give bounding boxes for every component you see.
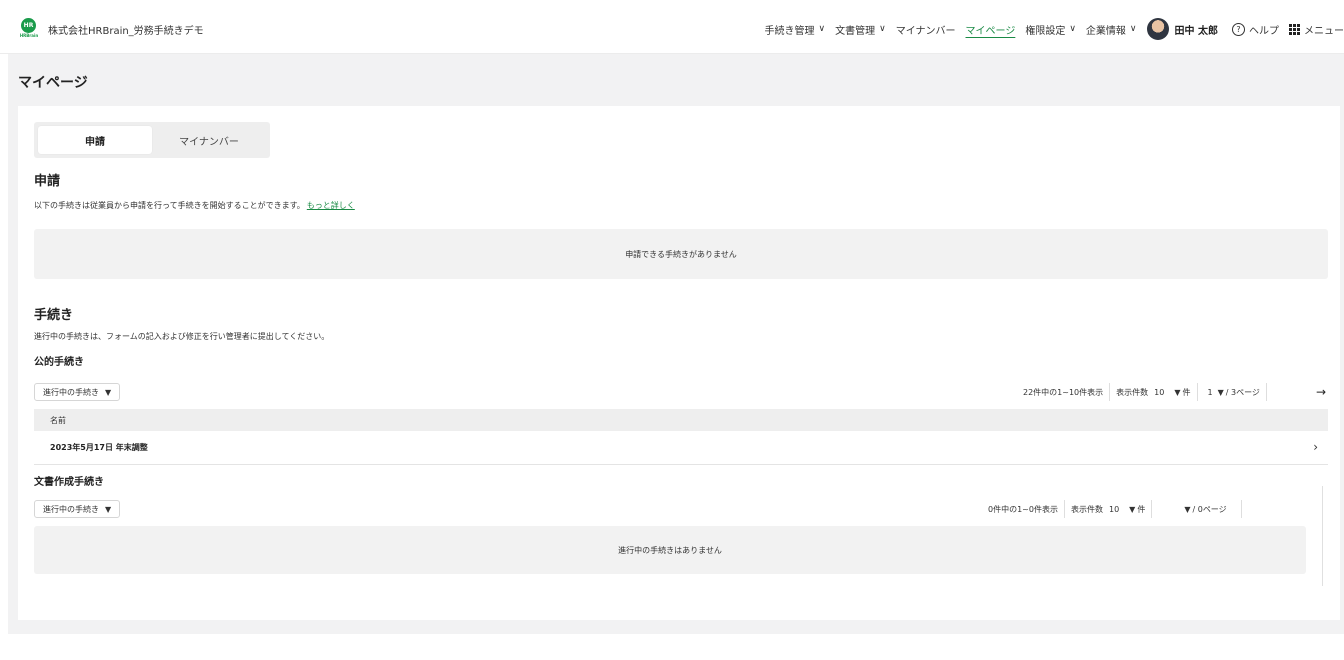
empty-message: 進行中の手続きはありません [618,545,722,555]
grid-icon [1289,23,1300,35]
user-avatar[interactable] [1146,18,1169,40]
nav-procedure-management[interactable]: 手続き管理 ∨ [765,22,826,37]
table-header: 名前 [34,409,1328,431]
result-count: 0件中の1~0件表示 [988,504,1058,514]
hrbrain-logo: HR HRBrain [16,18,42,40]
divider [1240,500,1242,518]
nav-label: 権限設定 [1025,25,1066,37]
chevron-down-icon: ∨ [1129,24,1137,34]
help-link[interactable]: ? ヘルプ [1232,22,1279,37]
caret-down-icon[interactable]: ▼ [1174,388,1180,397]
per-page-label: 表示件数 [1116,387,1149,397]
procedures-description: 進行中の手続きは、フォームの記入および修正を行い管理者に提出してください。 [34,332,330,341]
document-procedures-heading: 文書作成手続き [34,477,104,488]
nav-my-page[interactable]: マイページ [966,22,1016,37]
logo-mark: HR [21,18,36,33]
next-page-arrow-icon[interactable]: → [1316,385,1326,399]
nav-label: 企業情報 [1085,25,1126,37]
user-name[interactable]: 田中 太郎 [1175,22,1218,37]
page-select[interactable]: 1 [1208,388,1213,397]
caret-down-icon: ▼ [105,504,112,514]
help-icon: ? [1232,22,1245,36]
divider [1151,500,1153,518]
document-empty-state: 進行中の手続きはありません [34,526,1306,574]
filter-label: 進行中の手続き [43,387,99,397]
public-filter-dropdown[interactable]: 進行中の手続き ▼ [34,383,121,401]
learn-more-link[interactable]: もっと詳しく [307,201,355,210]
chevron-down-icon: ∨ [879,24,886,34]
chevron-down-icon: ∨ [1069,24,1076,34]
caret-down-icon[interactable]: ▼ [1218,388,1224,397]
menu-label: メニュー [1304,25,1344,37]
page-total: / 3ページ [1225,387,1260,397]
tab-my-number[interactable]: マイナンバー [152,126,266,154]
nav-my-number[interactable]: マイナンバー [896,22,956,37]
nav-label: 手続き管理 [764,25,815,37]
application-heading: 申請 [34,174,61,189]
content-card: 申請 マイナンバー 申請 以下の手続きは従業員から申請を行って手続きを開始するこ… [18,106,1340,620]
public-pagination: 22件中の1~10件表示 表示件数 10 ▼ 件 1 ▼ / 3ページ [1023,382,1273,402]
chevron-down-icon: ∨ [818,24,826,34]
divider [1196,383,1198,401]
per-page-unit: 件 [1182,387,1191,397]
chevron-right-icon: › [1313,440,1318,454]
caret-down-icon: ▼ [105,387,112,397]
page-total: / 0ページ [1192,504,1227,514]
filter-label: 進行中の手続き [43,504,99,514]
logo-wordmark: HRBrain [19,33,39,38]
page-title: マイページ [18,75,88,91]
divider [1265,383,1267,401]
tab-switcher: 申請 マイナンバー [34,122,270,158]
per-page-unit: 件 [1137,504,1146,514]
divider [1109,383,1111,401]
caret-down-icon[interactable]: ▼ [1129,505,1135,514]
nav-permission-settings[interactable]: 権限設定 ∨ [1025,22,1076,37]
procedures-heading: 手続き [34,308,74,323]
application-empty-state: 申請できる手続きがありません [34,229,1328,279]
menu-button[interactable]: メニュー [1289,22,1344,37]
empty-message: 申請できる手続きがありません [625,249,737,259]
tab-application[interactable]: 申請 [38,126,152,154]
public-procedures-heading: 公的手続き [34,357,84,368]
document-filter-dropdown[interactable]: 進行中の手続き ▼ [34,500,121,518]
brand[interactable]: HR HRBrain 株式会社HRBrain_労務手続きデモ [16,18,204,40]
per-page-select[interactable]: 10 [1109,505,1119,514]
document-pagination: 0件中の1~0件表示 表示件数 10 ▼ 件 ▼ / 0ページ [988,499,1248,519]
application-description-text: 以下の手続きは従業員から申請を行って手続きを開始することができます。 [34,201,305,210]
table-row[interactable]: 2023年5月17日 年末調整 › [34,431,1328,465]
nav-label: マイページ [965,25,1016,37]
column-name: 名前 [50,415,66,425]
company-name: 株式会社HRBrain_労務手続きデモ [48,25,204,37]
divider [1063,500,1065,518]
help-label: ヘルプ [1249,25,1279,37]
per-page-label: 表示件数 [1070,504,1103,514]
nav-company-info[interactable]: 企業情報 ∨ [1086,22,1137,37]
application-description: 以下の手続きは従業員から申請を行って手続きを開始することができます。 もっと詳しく [34,200,355,211]
top-header: HR HRBrain 株式会社HRBrain_労務手続きデモ 手続き管理 ∨ 文書… [0,0,1344,54]
procedure-name: 2023年5月17日 年末調整 [50,443,148,452]
caret-down-icon[interactable]: ▼ [1184,505,1190,514]
nav-label: 文書管理 [835,25,876,37]
result-count: 22件中の1~10件表示 [1023,387,1104,397]
per-page-select[interactable]: 10 [1154,388,1164,397]
main-nav: 手続き管理 ∨ 文書管理 ∨ マイナンバー マイページ 権限設定 ∨ 企業情報 ∨ 田中… [765,18,1344,40]
nav-label: マイナンバー [895,25,956,37]
scroll-divider [1322,486,1323,586]
nav-document-management[interactable]: 文書管理 ∨ [835,22,886,37]
